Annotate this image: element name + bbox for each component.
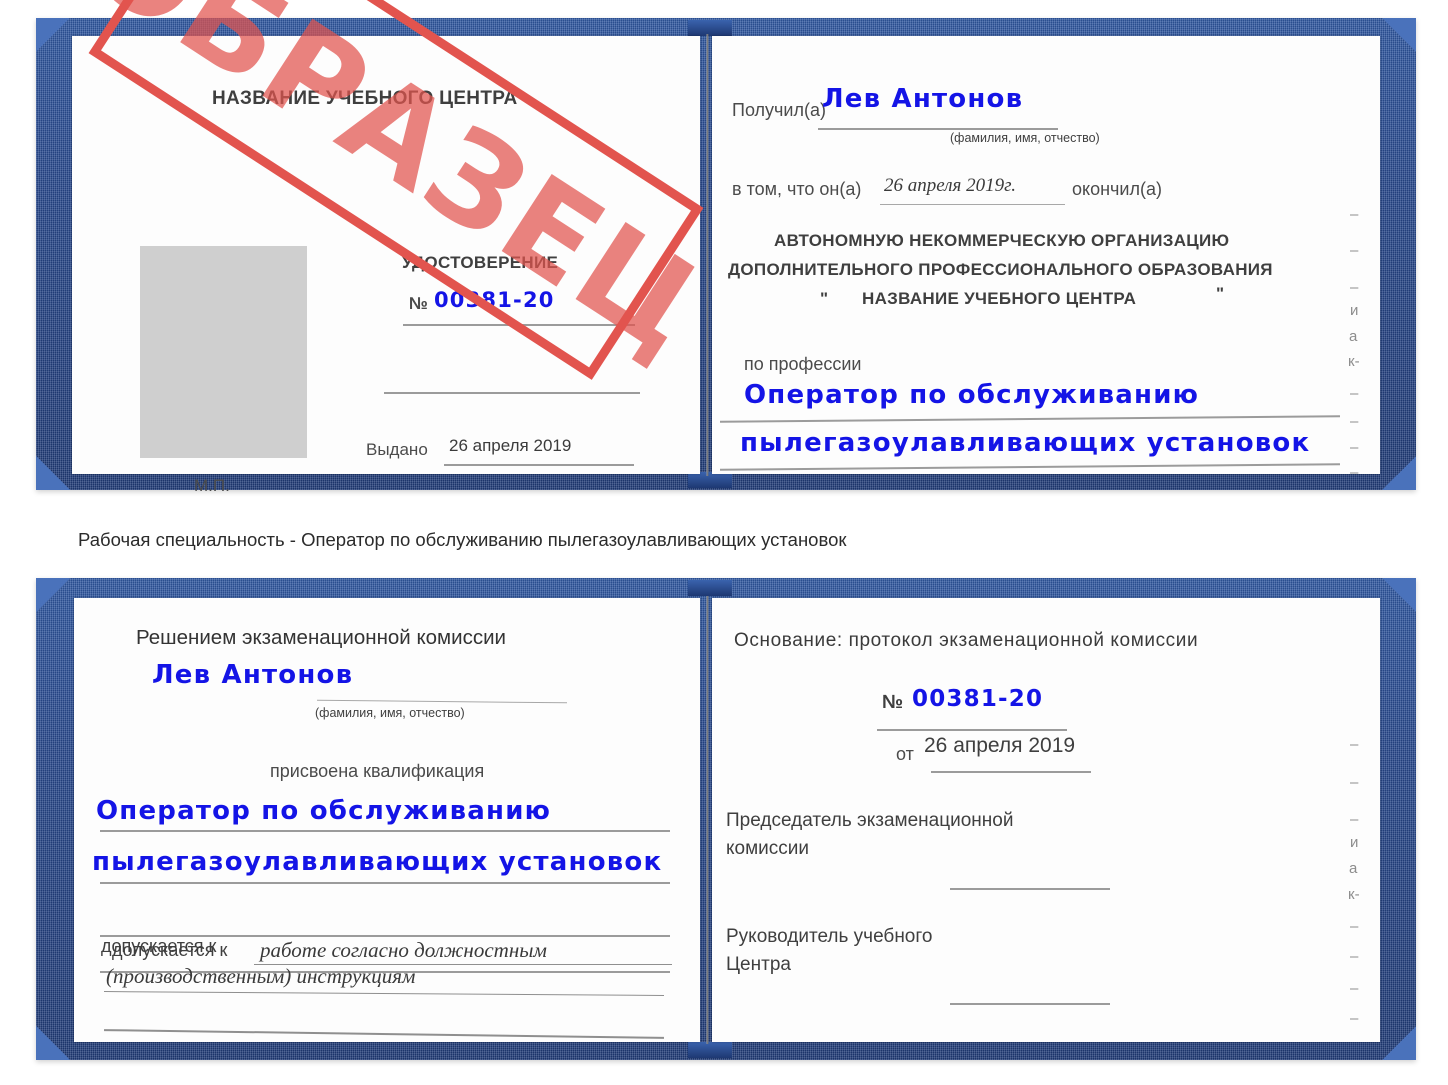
date-label: от xyxy=(896,744,914,764)
book-spine-top xyxy=(706,34,709,476)
head-line-2: Центра xyxy=(726,954,791,975)
received-value: Лев Антонов xyxy=(822,84,1024,114)
book-spine-bottom xyxy=(706,596,709,1044)
that-he-label: в том, что он(а) xyxy=(732,179,862,199)
profession-rule-1 xyxy=(720,415,1340,423)
chairman-line-2: комиссии xyxy=(726,838,809,859)
org-line-3: НАЗВАНИЕ УЧЕБНОГО ЦЕНТРА xyxy=(862,289,1137,308)
number-rule xyxy=(877,729,1067,731)
qual-rule-2 xyxy=(100,882,670,884)
profession-line-2: пылегазоулавливающих установок xyxy=(740,428,1311,458)
profession-line-1: Оператор по обслуживанию xyxy=(744,380,1200,410)
spine-tab-top xyxy=(688,20,732,36)
number-rule xyxy=(403,324,635,326)
certificate-bottom-right-page: Основание: протокол экзаменационной коми… xyxy=(712,598,1380,1042)
date-value: 26 апреля 2019 xyxy=(924,734,1076,757)
certificate-top: НАЗВАНИЕ УЧЕБНОГО ЦЕНТРА УДОСТОВЕРЕНИЕ №… xyxy=(36,18,1416,495)
name-rule xyxy=(317,699,567,704)
head-signature-rule xyxy=(950,1003,1110,1005)
profession-label: по профессии xyxy=(744,354,862,374)
that-he-rule xyxy=(880,204,1065,205)
number-label: № xyxy=(882,692,904,713)
spine-tab-bottom xyxy=(688,472,732,488)
allowed-value-line-1: работе согласно должностным xyxy=(260,938,547,962)
chairman-line-1: Председатель экзаменационной xyxy=(726,810,1014,831)
fio-hint: (фамилия, имя, отчество) xyxy=(950,131,1100,145)
org-title: НАЗВАНИЕ УЧЕБНОГО ЦЕНТРА xyxy=(212,88,518,109)
qualification-line-1: Оператор по обслуживанию xyxy=(96,796,552,826)
chairman-signature-rule xyxy=(950,888,1110,890)
decision-title: Решением экзаменационной комиссии xyxy=(136,626,506,649)
finished-label: окончил(а) xyxy=(1072,179,1162,199)
head-line-1: Руководитель учебного xyxy=(726,926,933,947)
cover-fold-bottom-left xyxy=(36,456,70,490)
basis-label: Основание: протокол экзаменационной коми… xyxy=(734,630,1199,651)
received-label: Получил(а) xyxy=(732,100,826,120)
qualification-label: присвоена квалификация xyxy=(270,761,485,781)
spine-tab-top xyxy=(688,580,732,596)
cover-fold-bottom-left xyxy=(36,1026,70,1060)
org-line-1: АВТОНОМНУЮ НЕКОММЕРЧЕСКУЮ ОРГАНИЗАЦИЮ xyxy=(774,231,1230,250)
allowed-label-text: допускается к xyxy=(112,940,228,960)
allowed-value-line-2: (производственным) инструкциям xyxy=(106,964,416,988)
seal-label: М.П. xyxy=(194,476,230,495)
cover-fold-bottom-right xyxy=(1382,1026,1416,1060)
certificate-top-right-page: Получил(а) Лев Антонов (фамилия, имя, от… xyxy=(712,36,1380,481)
qualification-line-2: пылегазоулавливающих установок xyxy=(92,847,663,877)
number-value: 00381-20 xyxy=(912,686,1044,712)
cover-fold-top-left xyxy=(36,18,70,52)
spine-tab-bottom xyxy=(688,1042,732,1058)
cover-fold-bottom-right xyxy=(1382,456,1416,490)
org-line-2: ДОПОЛНИТЕЛЬНОГО ПРОФЕССИОНАЛЬНОГО ОБРАЗО… xyxy=(728,260,1273,279)
issued-label: Выдано xyxy=(366,440,428,459)
qual-rule-1 xyxy=(100,830,670,832)
org-quote-close: " xyxy=(1216,284,1225,303)
blank-rule-1 xyxy=(384,392,640,394)
photo-placeholder xyxy=(140,246,307,458)
cover-fold-top-left xyxy=(36,578,70,612)
issued-value: 26 апреля 2019 xyxy=(449,436,572,455)
name-value: Лев Антонов xyxy=(152,660,354,690)
received-rule xyxy=(818,128,1058,130)
page-caption: Рабочая специальность - Оператор по обсл… xyxy=(78,529,847,550)
org-quote-open: " xyxy=(820,289,829,308)
certificate-top-left-page: НАЗВАНИЕ УЧЕБНОГО ЦЕНТРА УДОСТОВЕРЕНИЕ №… xyxy=(72,36,700,495)
date-rule xyxy=(931,771,1091,773)
fio-hint: (фамилия, имя, отчество) xyxy=(315,706,465,720)
that-he-value: 26 апреля 2019г. xyxy=(884,175,1016,196)
number-label: № xyxy=(409,294,428,313)
number-value: 00381-20 xyxy=(434,288,555,312)
profession-rule-2 xyxy=(720,463,1340,471)
issued-rule xyxy=(444,464,634,466)
cover-fold-top-right xyxy=(1382,578,1416,612)
cover-fold-top-right xyxy=(1382,18,1416,52)
doc-title: УДОСТОВЕРЕНИЕ xyxy=(402,253,559,272)
